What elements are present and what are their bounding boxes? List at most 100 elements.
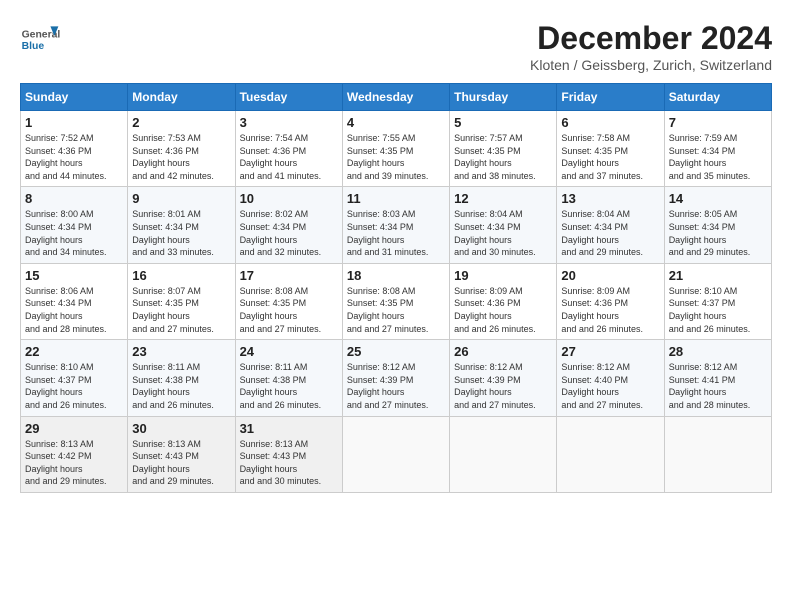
day-info: Sunrise: 8:06 AMSunset: 4:34 PMDaylight …: [25, 285, 123, 335]
calendar-cell: 1Sunrise: 7:52 AMSunset: 4:36 PMDaylight…: [21, 111, 128, 187]
weekday-header-tuesday: Tuesday: [235, 84, 342, 111]
weekday-header-thursday: Thursday: [450, 84, 557, 111]
day-number: 6: [561, 115, 659, 130]
day-info: Sunrise: 8:13 AMSunset: 4:43 PMDaylight …: [240, 438, 338, 488]
calendar-week-2: 8Sunrise: 8:00 AMSunset: 4:34 PMDaylight…: [21, 187, 772, 263]
page-header: General Blue December 2024 Kloten / Geis…: [20, 20, 772, 73]
calendar-cell: 5 Sunrise: 7:57 AMSunset: 4:35 PMDaylight…: [450, 111, 557, 187]
day-number: 31: [240, 421, 338, 436]
day-number: 29: [25, 421, 123, 436]
calendar-cell: 29 Sunrise: 8:13 AMSunset: 4:42 PMDayligh…: [21, 416, 128, 492]
day-number: 3: [240, 115, 338, 130]
day-info: Sunrise: 8:02 AMSunset: 4:34 PMDaylight …: [240, 208, 338, 258]
day-number: 13: [561, 191, 659, 206]
logo-icon: General Blue: [20, 20, 60, 60]
day-number: 28: [669, 344, 767, 359]
calendar-cell: 13 Sunrise: 8:04 AMSunset: 4:34 PMDayligh…: [557, 187, 664, 263]
calendar-cell: 23 Sunrise: 8:11 AMSunset: 4:38 PMDayligh…: [128, 340, 235, 416]
day-info: Sunrise: 8:11 AMSunset: 4:38 PMDaylight …: [132, 361, 230, 411]
day-info: Sunrise: 8:10 AMSunset: 4:37 PMDaylight …: [25, 361, 123, 411]
calendar-cell: 7 Sunrise: 7:59 AMSunset: 4:34 PMDaylight…: [664, 111, 771, 187]
calendar-week-4: 22 Sunrise: 8:10 AMSunset: 4:37 PMDayligh…: [21, 340, 772, 416]
day-info: Sunrise: 8:12 AMSunset: 4:40 PMDaylight …: [561, 361, 659, 411]
day-info: Sunrise: 8:08 AMSunset: 4:35 PMDaylight …: [347, 285, 445, 335]
day-number: 26: [454, 344, 552, 359]
day-info: Sunrise: 8:04 AMSunset: 4:34 PMDaylight …: [454, 208, 552, 258]
calendar-cell: 12Sunrise: 8:04 AMSunset: 4:34 PMDayligh…: [450, 187, 557, 263]
calendar-cell: 21 Sunrise: 8:10 AMSunset: 4:37 PMDayligh…: [664, 263, 771, 339]
day-number: 9: [132, 191, 230, 206]
calendar-week-3: 15Sunrise: 8:06 AMSunset: 4:34 PMDayligh…: [21, 263, 772, 339]
day-info: Sunrise: 8:13 AMSunset: 4:42 PMDaylight …: [25, 438, 123, 488]
day-number: 11: [347, 191, 445, 206]
calendar-week-5: 29 Sunrise: 8:13 AMSunset: 4:42 PMDayligh…: [21, 416, 772, 492]
calendar-cell: 16 Sunrise: 8:07 AMSunset: 4:35 PMDayligh…: [128, 263, 235, 339]
day-number: 4: [347, 115, 445, 130]
title-area: December 2024 Kloten / Geissberg, Zurich…: [530, 20, 772, 73]
calendar-cell: [664, 416, 771, 492]
day-number: 5: [454, 115, 552, 130]
day-info: Sunrise: 8:12 AMSunset: 4:41 PMDaylight …: [669, 361, 767, 411]
day-number: 19: [454, 268, 552, 283]
calendar-cell: 15Sunrise: 8:06 AMSunset: 4:34 PMDayligh…: [21, 263, 128, 339]
calendar-cell: 26 Sunrise: 8:12 AMSunset: 4:39 PMDayligh…: [450, 340, 557, 416]
weekday-header-row: SundayMondayTuesdayWednesdayThursdayFrid…: [21, 84, 772, 111]
calendar-cell: 9 Sunrise: 8:01 AMSunset: 4:34 PMDaylight…: [128, 187, 235, 263]
day-number: 23: [132, 344, 230, 359]
day-number: 8: [25, 191, 123, 206]
day-info: Sunrise: 8:13 AMSunset: 4:43 PMDaylight …: [132, 438, 230, 488]
day-number: 20: [561, 268, 659, 283]
day-info: Sunrise: 8:05 AMSunset: 4:34 PMDaylight …: [669, 208, 767, 258]
calendar-cell: 20 Sunrise: 8:09 AMSunset: 4:36 PMDayligh…: [557, 263, 664, 339]
day-number: 27: [561, 344, 659, 359]
calendar-cell: 19 Sunrise: 8:09 AMSunset: 4:36 PMDayligh…: [450, 263, 557, 339]
calendar-cell: 18 Sunrise: 8:08 AMSunset: 4:35 PMDayligh…: [342, 263, 449, 339]
day-info: Sunrise: 7:53 AMSunset: 4:36 PMDaylight …: [132, 132, 230, 182]
calendar-cell: 3Sunrise: 7:54 AMSunset: 4:36 PMDaylight…: [235, 111, 342, 187]
day-info: Sunrise: 8:01 AMSunset: 4:34 PMDaylight …: [132, 208, 230, 258]
month-title: December 2024: [530, 20, 772, 57]
calendar-cell: 17Sunrise: 8:08 AMSunset: 4:35 PMDayligh…: [235, 263, 342, 339]
calendar-cell: 30Sunrise: 8:13 AMSunset: 4:43 PMDayligh…: [128, 416, 235, 492]
calendar-cell: 10 Sunrise: 8:02 AMSunset: 4:34 PMDayligh…: [235, 187, 342, 263]
calendar-cell: 28 Sunrise: 8:12 AMSunset: 4:41 PMDayligh…: [664, 340, 771, 416]
calendar-cell: 6 Sunrise: 7:58 AMSunset: 4:35 PMDaylight…: [557, 111, 664, 187]
day-info: Sunrise: 8:11 AMSunset: 4:38 PMDaylight …: [240, 361, 338, 411]
calendar-cell: 25 Sunrise: 8:12 AMSunset: 4:39 PMDayligh…: [342, 340, 449, 416]
calendar-cell: 24 Sunrise: 8:11 AMSunset: 4:38 PMDayligh…: [235, 340, 342, 416]
weekday-header-wednesday: Wednesday: [342, 84, 449, 111]
day-info: Sunrise: 8:04 AMSunset: 4:34 PMDaylight …: [561, 208, 659, 258]
day-number: 21: [669, 268, 767, 283]
day-info: Sunrise: 8:09 AMSunset: 4:36 PMDaylight …: [454, 285, 552, 335]
weekday-header-friday: Friday: [557, 84, 664, 111]
calendar-cell: 14 Sunrise: 8:05 AMSunset: 4:34 PMDayligh…: [664, 187, 771, 263]
day-info: Sunrise: 8:09 AMSunset: 4:36 PMDaylight …: [561, 285, 659, 335]
day-number: 25: [347, 344, 445, 359]
location-subtitle: Kloten / Geissberg, Zurich, Switzerland: [530, 57, 772, 73]
day-number: 18: [347, 268, 445, 283]
calendar-table: SundayMondayTuesdayWednesdayThursdayFrid…: [20, 83, 772, 493]
day-info: Sunrise: 8:07 AMSunset: 4:35 PMDaylight …: [132, 285, 230, 335]
calendar-cell: [450, 416, 557, 492]
day-info: Sunrise: 8:12 AMSunset: 4:39 PMDaylight …: [347, 361, 445, 411]
day-info: Sunrise: 8:10 AMSunset: 4:37 PMDaylight …: [669, 285, 767, 335]
day-info: Sunrise: 7:59 AMSunset: 4:34 PMDaylight …: [669, 132, 767, 182]
day-number: 24: [240, 344, 338, 359]
day-number: 14: [669, 191, 767, 206]
day-info: Sunrise: 7:58 AMSunset: 4:35 PMDaylight …: [561, 132, 659, 182]
calendar-cell: [342, 416, 449, 492]
day-number: 10: [240, 191, 338, 206]
day-info: Sunrise: 7:55 AMSunset: 4:35 PMDaylight …: [347, 132, 445, 182]
day-info: Sunrise: 8:12 AMSunset: 4:39 PMDaylight …: [454, 361, 552, 411]
day-number: 16: [132, 268, 230, 283]
weekday-header-monday: Monday: [128, 84, 235, 111]
calendar-week-1: 1Sunrise: 7:52 AMSunset: 4:36 PMDaylight…: [21, 111, 772, 187]
day-info: Sunrise: 7:57 AMSunset: 4:35 PMDaylight …: [454, 132, 552, 182]
day-number: 22: [25, 344, 123, 359]
svg-text:Blue: Blue: [22, 41, 45, 52]
day-number: 17: [240, 268, 338, 283]
calendar-cell: [557, 416, 664, 492]
day-number: 7: [669, 115, 767, 130]
calendar-cell: 11Sunrise: 8:03 AMSunset: 4:34 PMDayligh…: [342, 187, 449, 263]
day-number: 2: [132, 115, 230, 130]
